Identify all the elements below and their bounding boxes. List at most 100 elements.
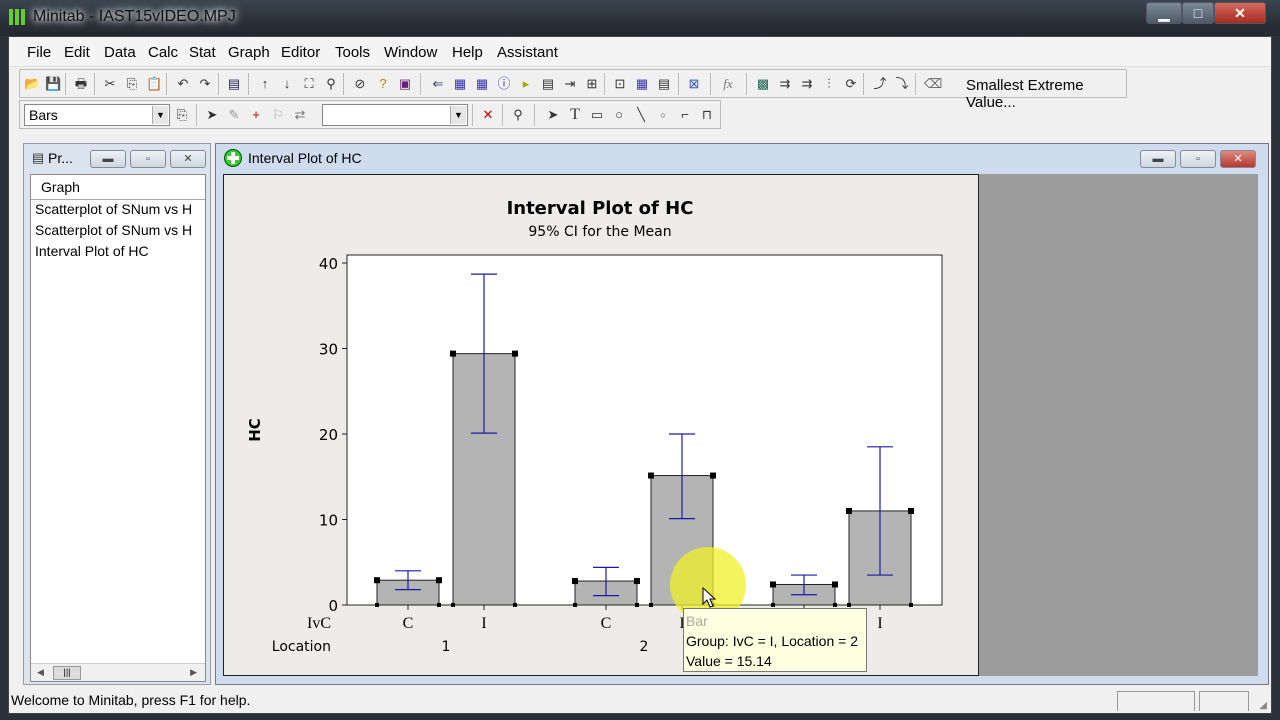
close-graphs-icon[interactable]: ⊠ — [686, 76, 702, 92]
data-window-icon[interactable]: ▦ — [634, 76, 650, 92]
close-button[interactable]: ✕ — [1220, 150, 1256, 168]
delete-icon[interactable]: ✕ — [480, 107, 496, 123]
column-header-graph[interactable]: Graph — [41, 179, 80, 195]
print-icon[interactable]: 🖶 — [73, 76, 89, 92]
close-button[interactable]: ✕ — [170, 150, 206, 168]
marker-tool-icon[interactable]: ○ — [655, 107, 671, 123]
cut-icon[interactable]: ✂ — [102, 76, 118, 92]
crosshair-icon[interactable]: + — [248, 107, 264, 123]
menu-assistant[interactable]: Assistant — [497, 44, 558, 61]
graph-canvas[interactable] — [223, 174, 979, 676]
zoom-icon[interactable]: ⚲ — [510, 107, 526, 123]
restore-button[interactable]: ▫ — [1180, 150, 1216, 168]
append-icon[interactable]: ⇥ — [562, 76, 578, 92]
unstack-icon[interactable]: ⇉ — [799, 76, 815, 92]
brush-up-icon[interactable]: ⤴ — [872, 76, 888, 92]
close-button[interactable]: ✕ — [1214, 2, 1266, 24]
resize-grip-icon[interactable]: ◢ — [1259, 700, 1267, 711]
ellipse-tool-icon[interactable]: ○ — [611, 107, 627, 123]
show-graphs-icon[interactable]: ⇐ — [430, 76, 446, 92]
scroll-right-icon[interactable]: ▶ — [190, 667, 197, 678]
menu-calc[interactable]: Calc — [148, 44, 178, 61]
sort-icon[interactable]: ⫶ — [821, 76, 837, 92]
list-item[interactable]: Scatterplot of SNum vs H — [35, 222, 205, 238]
polyline-tool-icon[interactable]: ⌐ — [677, 107, 693, 123]
code-icon[interactable]: ⟳ — [843, 76, 859, 92]
arrow-down-icon[interactable]: ↓ — [279, 76, 295, 92]
menu-data[interactable]: Data — [104, 44, 136, 61]
text-tool-icon[interactable]: T — [567, 107, 583, 123]
chevron-down-icon[interactable]: ▼ — [450, 106, 466, 124]
brush-down-icon[interactable]: ⤵ — [894, 76, 910, 92]
scrollbar-thumb[interactable]: ||| — [53, 666, 81, 680]
line-tool-icon[interactable]: ╲ — [633, 107, 649, 123]
horizontal-scrollbar[interactable]: ◀ ||| ▶ — [31, 663, 205, 681]
project-manager-icon[interactable]: ▤ — [656, 76, 672, 92]
graph-window-icon — [224, 149, 242, 167]
replace-icon[interactable]: ⚲ — [323, 76, 339, 92]
menu-window[interactable]: Window — [384, 44, 437, 61]
graph-window: Interval Plot of HC ▬ ▫ ✕ — [215, 143, 1269, 685]
app-title: Minitab - IAST15vIDEO.MPJ — [33, 8, 236, 25]
standard-toolbar: 📂 💾 🖶 ✂ ⎘ 📋 ↶ ↷ ▤ ↑ ↓ ⛶ ⚲ ⊘ ? ▣ ⇐ ▦ ▦ ⓘ … — [19, 69, 1127, 111]
maximize-button[interactable]: □ — [1182, 2, 1214, 24]
info-icon[interactable]: ⓘ — [496, 76, 512, 92]
stack-icon[interactable]: ⇉ — [777, 76, 793, 92]
formula-icon[interactable]: fx — [720, 76, 736, 92]
brush-icon[interactable]: ✎ — [226, 107, 242, 123]
copy-icon[interactable]: ⎘ — [124, 76, 140, 92]
select-pointer-icon[interactable]: ➤ — [204, 107, 220, 123]
menu-editor[interactable]: Editor — [281, 44, 320, 61]
related-docs-icon[interactable]: ⊞ — [584, 76, 600, 92]
menu-edit[interactable]: Edit — [64, 44, 90, 61]
rectangle-tool-icon[interactable]: ▭ — [589, 107, 605, 123]
menu-file[interactable]: File — [27, 44, 51, 61]
second-select[interactable]: ▼ — [322, 104, 468, 126]
graph-background-area — [979, 174, 1258, 676]
minimize-button[interactable]: ▁ — [1146, 2, 1182, 24]
save-icon[interactable]: 💾 — [45, 76, 61, 92]
minimize-button[interactable]: ▬ — [90, 150, 126, 168]
menu-tools[interactable]: Tools — [335, 44, 370, 61]
scroll-left-icon[interactable]: ◀ — [37, 667, 44, 678]
open-icon[interactable]: 📂 — [24, 76, 40, 92]
smallest-extreme-value-button[interactable]: Smallest Extreme Value... — [966, 77, 1126, 111]
graph-manage-icon[interactable]: ▦ — [474, 76, 490, 92]
worksheet-icon[interactable]: ⊡ — [612, 76, 628, 92]
history-icon[interactable]: ▸ — [518, 76, 534, 92]
cancel-icon[interactable]: ⊘ — [352, 76, 368, 92]
calculator-icon[interactable]: ▩ — [755, 76, 771, 92]
status-text: Welcome to Minitab, press F1 for help. — [11, 692, 251, 708]
arrow-up-icon[interactable]: ↑ — [257, 76, 273, 92]
find-icon[interactable]: ⛶ — [301, 76, 317, 92]
swap-icon[interactable]: ⇄ — [292, 107, 308, 123]
header-divider — [31, 199, 205, 200]
minimize-button[interactable]: ▬ — [1140, 150, 1176, 168]
toolbar-divider — [746, 73, 747, 95]
menu-graph[interactable]: Graph — [228, 44, 270, 61]
chevron-down-icon[interactable]: ▼ — [152, 106, 168, 124]
bar-tooltip: Bar Group: IvC = I, Location = 2 Value =… — [683, 608, 867, 672]
report-pad-icon[interactable]: ▤ — [540, 76, 556, 92]
graph-window-title: Interval Plot of HC — [248, 150, 362, 166]
undo-icon[interactable]: ↶ — [175, 76, 191, 92]
menu-help[interactable]: Help — [452, 44, 483, 61]
help-icon[interactable]: ? — [375, 76, 391, 92]
edit-properties-icon[interactable]: ⎘ — [174, 107, 190, 123]
flag-icon[interactable]: ⚐ — [270, 107, 286, 123]
eraser-icon[interactable]: ⌫ — [924, 76, 942, 92]
minitab-logo-icon — [9, 9, 25, 25]
paste-icon[interactable]: 📋 — [146, 76, 162, 92]
list-item[interactable]: Scatterplot of SNum vs H — [35, 201, 205, 217]
list-item[interactable]: Interval Plot of HC — [35, 243, 205, 259]
redo-icon[interactable]: ↷ — [197, 76, 213, 92]
polygon-tool-icon[interactable]: ⊓ — [699, 107, 715, 123]
graph-folder-icon[interactable]: ▦ — [452, 76, 468, 92]
stat-guide-icon[interactable]: ▣ — [397, 76, 413, 92]
annotation-pointer-icon[interactable]: ➤ — [545, 107, 561, 123]
tooltip-group: Group: IvC = I, Location = 2 — [686, 633, 858, 649]
restore-button[interactable]: ▫ — [130, 150, 166, 168]
graph-element-select[interactable]: Bars ▼ — [24, 104, 170, 126]
session-window-icon[interactable]: ▤ — [226, 76, 242, 92]
menu-stat[interactable]: Stat — [189, 44, 216, 61]
